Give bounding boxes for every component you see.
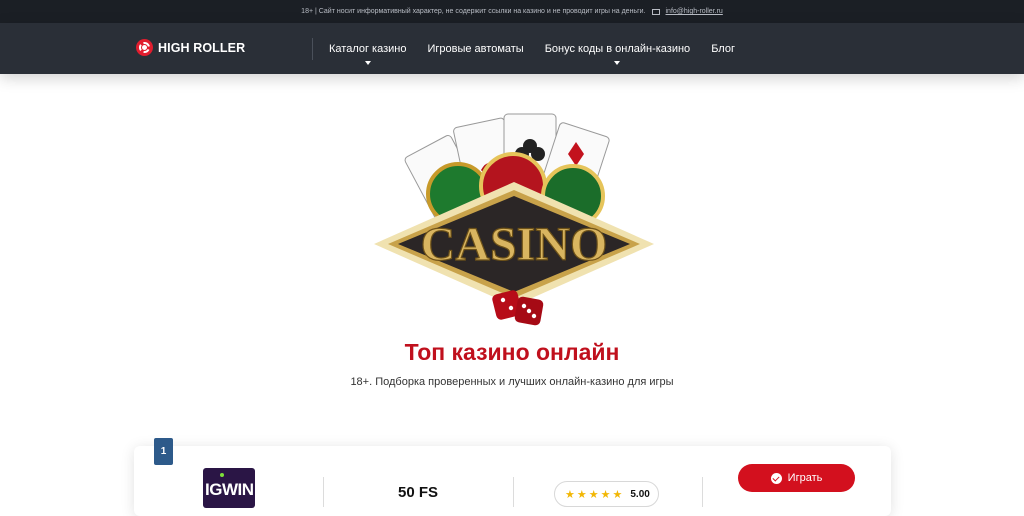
nav-item-label: Блог [711,42,735,55]
nav-item-bonus-codes[interactable]: Бонус коды в онлайн-казино [544,42,691,65]
hero-section: CASINO Топ казино онлайн 18+. Подборка п… [0,74,1024,498]
poker-chip-icon [136,39,153,56]
mail-icon [651,8,660,15]
caret-down-icon [364,60,371,65]
logo-text: HIGH ROLLER [158,40,246,55]
nav-menu: Каталог казино Игровые автоматы Бонус ко… [312,23,756,74]
nav-item-slot-machines[interactable]: Игровые автоматы [427,43,523,55]
casino-logo[interactable]: IGWIN [203,468,255,508]
nav-divider [312,37,313,60]
rating-badge: ★ ★ ★ ★ ★ 5.00 [554,481,659,507]
disclaimer-text: 18+ | Сайт носит информативный характер,… [301,8,646,15]
nav-item-label: Бонус коды в онлайн-казино [544,42,691,55]
play-button-label: Играть [787,472,823,484]
caret-down-icon [614,60,621,65]
nav-item-label: Игровые автоматы [427,42,524,55]
page-title: Топ казино онлайн [404,339,620,365]
star-icon: ★ [588,488,599,501]
card-divider [513,477,514,507]
star-icon: ★ [565,488,575,501]
casino-logo-text: IGWIN [205,480,254,499]
star-icon: ★ [576,488,587,501]
star-icon: ★ [600,488,611,501]
casino-sign-icon: CASINO [374,182,654,306]
casino-word: CASINO [421,218,608,271]
nav-item-casino-catalog[interactable]: Каталог казино [329,42,407,65]
site-logo[interactable]: HIGH ROLLER [136,39,245,56]
email-link[interactable]: info@high-roller.ru [666,8,723,15]
star-icon: ★ [612,488,623,501]
card-divider [323,477,324,507]
nav-item-label: Каталог казино [329,42,407,55]
nav-item-blog[interactable]: Блог [711,43,735,55]
rank-badge: 1 [154,438,173,465]
casino-emblem-image: CASINO [374,113,654,326]
check-circle-icon [770,472,782,484]
card-divider [702,477,703,507]
play-button[interactable]: Играть [738,464,855,492]
logo-dot-icon [220,473,224,477]
top-disclaimer-bar: 18+ | Сайт носит информативный характер,… [0,0,1024,23]
main-navigation: HIGH ROLLER Каталог казино Игровые автом… [0,23,1024,74]
bonus-value: 50 FS [397,484,439,501]
page-subtitle: 18+. Подборка проверенных и лучших онлай… [350,376,674,388]
